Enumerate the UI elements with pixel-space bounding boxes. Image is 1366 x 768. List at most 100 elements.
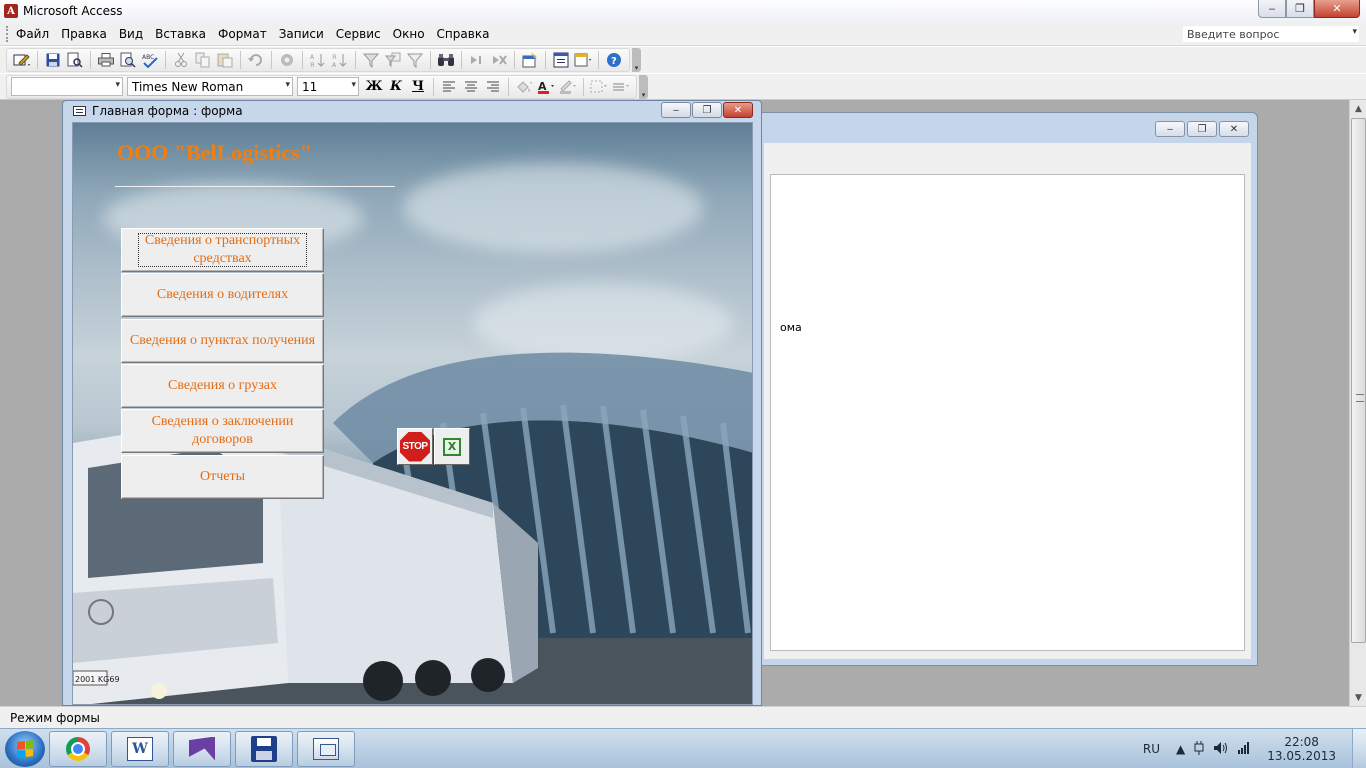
minimize-button[interactable]: ‒ bbox=[1155, 121, 1185, 137]
taskbar-visual-studio[interactable] bbox=[173, 730, 231, 767]
align-right-icon[interactable] bbox=[483, 77, 503, 97]
toolbar-options-chevron-icon[interactable]: ▾ bbox=[639, 74, 648, 99]
export-excel-button[interactable]: X bbox=[434, 428, 470, 465]
reports-button[interactable]: Отчеты bbox=[121, 455, 324, 499]
taskbar-access[interactable] bbox=[235, 730, 293, 767]
fill-color-icon[interactable] bbox=[514, 77, 534, 97]
stop-button[interactable]: STOP bbox=[397, 428, 433, 465]
close-button[interactable]: ✕ bbox=[1219, 121, 1249, 137]
scroll-down-arrow-icon[interactable]: ▼ bbox=[1350, 689, 1366, 706]
delivery-points-button[interactable]: Сведения о пунктах получения bbox=[121, 319, 324, 363]
copy-icon[interactable] bbox=[193, 50, 213, 70]
clock-time: 22:08 bbox=[1284, 735, 1319, 749]
workspace-vertical-scrollbar[interactable]: ▲ ▼ bbox=[1349, 100, 1366, 706]
bold-button[interactable]: Ж bbox=[364, 77, 384, 97]
network-icon[interactable] bbox=[1237, 741, 1251, 758]
font-color-icon[interactable]: A bbox=[536, 77, 556, 97]
chevron-down-icon[interactable]: ▾ bbox=[351, 80, 356, 90]
close-button[interactable]: ✕ bbox=[723, 102, 753, 118]
floppy-disk-icon bbox=[251, 735, 277, 762]
filter-by-selection-icon[interactable] bbox=[361, 50, 381, 70]
font-name-select[interactable]: Times New Roman ▾ bbox=[127, 77, 293, 96]
properties-icon[interactable] bbox=[520, 50, 540, 70]
new-object-icon[interactable] bbox=[573, 50, 593, 70]
line-color-icon[interactable] bbox=[558, 77, 578, 97]
apply-filter-icon[interactable] bbox=[405, 50, 425, 70]
menu-insert[interactable]: Вставка bbox=[149, 22, 212, 46]
spellcheck-icon[interactable]: ABC bbox=[140, 50, 160, 70]
find-icon[interactable] bbox=[436, 50, 456, 70]
save-icon[interactable] bbox=[43, 50, 63, 70]
print-icon[interactable] bbox=[96, 50, 116, 70]
menu-format[interactable]: Формат bbox=[212, 22, 273, 46]
drivers-info-button[interactable]: Сведения о водителях bbox=[121, 273, 324, 317]
main-form-title: Главная форма : форма bbox=[92, 104, 243, 118]
help-icon[interactable]: ? bbox=[604, 50, 624, 70]
reports-label: Отчеты bbox=[199, 469, 245, 484]
menu-window[interactable]: Окно bbox=[387, 22, 431, 46]
restore-button[interactable]: ❐ bbox=[1187, 121, 1217, 137]
menu-edit[interactable]: Правка bbox=[55, 22, 113, 46]
taskbar-windows[interactable] bbox=[297, 730, 355, 767]
close-button[interactable]: ✕ bbox=[1314, 0, 1360, 18]
main-form-window[interactable]: Главная форма : форма ‒ ❐ ✕ 2001 KG69 ОО… bbox=[62, 100, 762, 706]
menu-file[interactable]: Файл bbox=[10, 22, 55, 46]
object-select[interactable]: ▾ bbox=[11, 77, 123, 96]
scroll-up-arrow-icon[interactable]: ▲ bbox=[1350, 100, 1366, 117]
filter-by-form-icon[interactable] bbox=[383, 50, 403, 70]
sort-descending-icon[interactable]: ЯA bbox=[330, 50, 350, 70]
chevron-down-icon[interactable]: ▾ bbox=[1352, 27, 1357, 37]
font-size-select[interactable]: 11 ▾ bbox=[297, 77, 359, 96]
restore-button[interactable]: ❐ bbox=[692, 102, 722, 118]
cargo-info-button[interactable]: Сведения о грузах bbox=[121, 364, 324, 408]
system-tray: RU ▲ 22:08 13.05.2013 bbox=[1143, 729, 1366, 768]
show-hidden-icons-icon[interactable]: ▲ bbox=[1176, 742, 1185, 756]
chevron-down-icon[interactable]: ▾ bbox=[115, 80, 120, 90]
main-form-window-controls: ‒ ❐ ✕ bbox=[661, 102, 753, 118]
italic-button[interactable]: К bbox=[386, 77, 406, 97]
database-window-icon[interactable] bbox=[551, 50, 571, 70]
underline-button[interactable]: Ч bbox=[408, 77, 428, 97]
cut-icon[interactable] bbox=[171, 50, 191, 70]
chevron-down-icon[interactable]: ▾ bbox=[285, 80, 290, 90]
minimize-button[interactable]: ‒ bbox=[1258, 0, 1286, 18]
toolbar-options-chevron-icon[interactable]: ▾ bbox=[632, 48, 641, 72]
language-indicator[interactable]: RU bbox=[1143, 742, 1160, 756]
delete-record-icon[interactable] bbox=[489, 50, 509, 70]
access-app-icon[interactable]: A bbox=[4, 4, 18, 18]
new-record-icon[interactable] bbox=[467, 50, 487, 70]
align-left-icon[interactable] bbox=[439, 77, 459, 97]
clock[interactable]: 22:08 13.05.2013 bbox=[1267, 735, 1336, 763]
office-links-icon[interactable] bbox=[277, 50, 297, 70]
undo-icon[interactable] bbox=[246, 50, 266, 70]
taskbar-chrome[interactable] bbox=[49, 730, 107, 767]
view-mode-icon[interactable] bbox=[12, 50, 32, 70]
file-search-icon[interactable] bbox=[65, 50, 85, 70]
paste-icon[interactable] bbox=[215, 50, 235, 70]
standard-toolbar: ABC AЯ ЯA ? ▾ bbox=[0, 47, 1366, 73]
contracts-info-button[interactable]: Сведения о заключении договоров bbox=[121, 409, 324, 453]
menu-view[interactable]: Вид bbox=[113, 22, 149, 46]
border-style-icon[interactable] bbox=[589, 77, 609, 97]
minimize-button[interactable]: ‒ bbox=[661, 102, 691, 118]
vehicles-info-button[interactable]: Сведения о транспортных средствах bbox=[121, 228, 324, 272]
menu-help[interactable]: Справка bbox=[431, 22, 496, 46]
align-center-icon[interactable] bbox=[461, 77, 481, 97]
print-preview-icon[interactable] bbox=[118, 50, 138, 70]
sort-ascending-icon[interactable]: AЯ bbox=[308, 50, 328, 70]
main-form-titlebar[interactable]: Главная форма : форма ‒ ❐ ✕ bbox=[63, 101, 761, 121]
start-button[interactable] bbox=[5, 730, 45, 767]
menu-records[interactable]: Записи bbox=[273, 22, 330, 46]
help-question-input[interactable]: Введите вопрос ▾ bbox=[1182, 25, 1360, 43]
taskbar-word[interactable]: W bbox=[111, 730, 169, 767]
scroll-thumb[interactable] bbox=[1351, 118, 1366, 643]
toolbar-separator bbox=[598, 51, 599, 69]
show-desktop-button[interactable] bbox=[1352, 729, 1366, 768]
line-width-icon[interactable] bbox=[611, 77, 631, 97]
background-window[interactable]: ‒ ❐ ✕ ома bbox=[755, 112, 1258, 666]
restore-button[interactable]: ❐ bbox=[1286, 0, 1314, 18]
volume-icon[interactable] bbox=[1213, 741, 1229, 758]
form-icon[interactable] bbox=[73, 106, 86, 116]
power-plug-icon[interactable] bbox=[1193, 740, 1205, 758]
menu-tools[interactable]: Сервис bbox=[330, 22, 387, 46]
